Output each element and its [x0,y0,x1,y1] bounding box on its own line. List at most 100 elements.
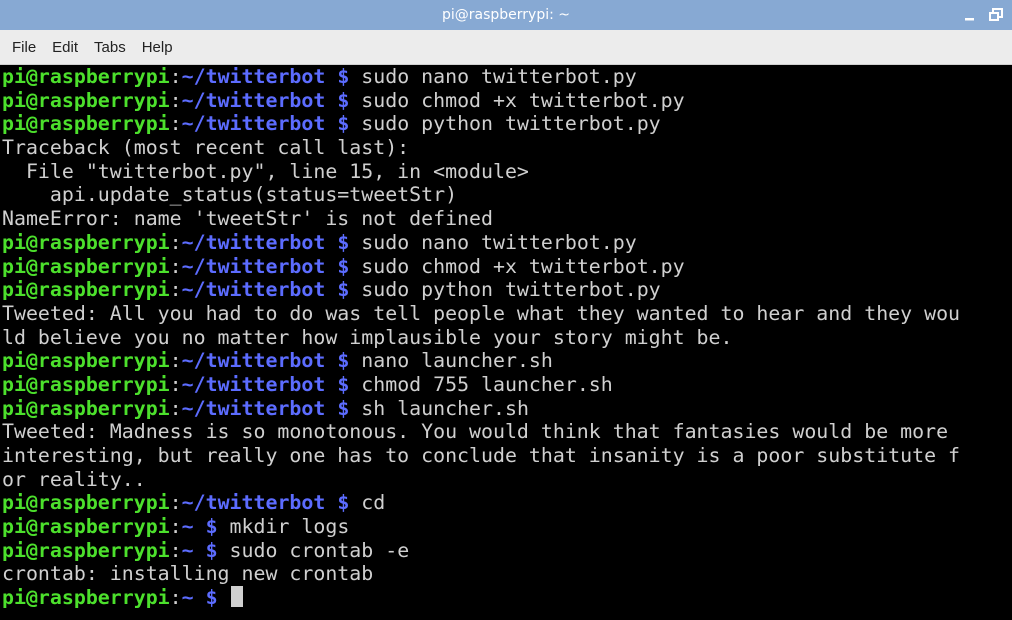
prompt-symbol: $ [325,65,350,88]
prompt-separator: : [169,278,182,302]
prompt-symbol: $ [325,372,350,396]
prompt-line: pi@raspberrypi:~/twitterbot $ sh launche… [0,397,1012,421]
prompt-separator: : [169,349,182,373]
prompt-separator: : [169,586,182,610]
prompt-path: ~/twitterbot [181,396,326,420]
prompt-line: pi@raspberrypi:~/twitterbot $ nano launc… [0,349,1012,373]
title-bar[interactable]: pi@raspberrypi: ~ [0,0,1012,30]
prompt-separator: : [169,515,182,539]
prompt-separator: : [169,491,182,515]
prompt-path: ~ [181,538,194,562]
prompt-path: ~/twitterbot [181,278,326,302]
output-line: or reality.. [2,467,146,491]
prompt-separator: : [169,88,182,112]
command-text: sudo python twitterbot.py [349,112,661,136]
command-text: sudo chmod +x twitterbot.py [349,88,685,112]
prompt-separator: : [169,254,182,278]
terminal-output[interactable]: pi@raspberrypi:~/twitterbot $ sudo nano … [0,65,1012,620]
terminal-window: pi@raspberrypi: ~ File Edit Tabs Help pi… [0,0,1012,620]
prompt-user: pi@raspberrypi [2,88,170,112]
command-text: nano launcher.sh [349,349,553,373]
prompt-symbol: $ [193,586,218,610]
prompt-symbol: $ [193,515,218,539]
prompt-line: pi@raspberrypi:~/twitterbot $ sudo chmod… [0,255,1012,279]
output-line: File "twitterbot.py", line 15, in <modul… [2,159,529,183]
command-text: sudo nano twitterbot.py [349,65,637,88]
prompt-path: ~/twitterbot [181,65,326,88]
prompt-symbol: $ [325,396,350,420]
window-controls [962,0,1004,30]
output-line: Traceback (most recent call last): [2,136,410,160]
prompt-user: pi@raspberrypi [2,65,170,88]
prompt-path: ~/twitterbot [181,491,326,515]
prompt-line: pi@raspberrypi:~/twitterbot $ cd [0,491,1012,515]
prompt-user: pi@raspberrypi [2,491,170,515]
prompt-user: pi@raspberrypi [2,254,170,278]
prompt-separator: : [169,372,182,396]
command-text: chmod 755 launcher.sh [349,372,613,396]
minimize-icon[interactable] [962,7,978,23]
prompt-user: pi@raspberrypi [2,112,170,136]
prompt-user: pi@raspberrypi [2,230,170,254]
prompt-line: pi@raspberrypi:~ $ [0,586,1012,610]
prompt-symbol: $ [325,230,350,254]
output-line: Tweeted: All you had to do was tell peop… [2,301,961,325]
prompt-path: ~/twitterbot [181,372,326,396]
prompt-separator: : [169,112,182,136]
prompt-separator: : [169,538,182,562]
prompt-symbol: $ [325,112,350,136]
prompt-line: pi@raspberrypi:~/twitterbot $ sudo chmod… [0,89,1012,113]
prompt-user: pi@raspberrypi [2,396,170,420]
prompt-separator: : [169,396,182,420]
prompt-path: ~/twitterbot [181,88,326,112]
menu-edit[interactable]: Edit [44,39,86,56]
command-text: sudo nano twitterbot.py [349,230,637,254]
output-line: NameError: name 'tweetStr' is not define… [2,207,493,231]
menu-bar: File Edit Tabs Help [0,30,1012,65]
output-line: crontab: installing new crontab [2,562,374,586]
prompt-user: pi@raspberrypi [2,349,170,373]
prompt-symbol: $ [325,254,350,278]
prompt-line: pi@raspberrypi:~/twitterbot $ chmod 755 … [0,373,1012,397]
prompt-path: ~ [181,515,194,539]
prompt-user: pi@raspberrypi [2,372,170,396]
prompt-line: pi@raspberrypi:~/twitterbot $ sudo pytho… [0,112,1012,136]
prompt-symbol: $ [193,538,218,562]
command-text: sudo crontab -e [217,538,410,562]
prompt-line: pi@raspberrypi:~/twitterbot $ sudo nano … [0,65,1012,89]
prompt-path: ~/twitterbot [181,349,326,373]
text-cursor [230,586,243,608]
menu-help[interactable]: Help [134,39,181,56]
command-text: sh launcher.sh [349,396,529,420]
prompt-user: pi@raspberrypi [2,515,170,539]
output-line: interesting, but really one has to concl… [2,444,961,467]
restore-icon[interactable] [988,7,1004,23]
prompt-user: pi@raspberrypi [2,538,170,562]
prompt-separator: : [169,230,182,254]
prompt-separator: : [169,65,182,88]
command-text: sudo python twitterbot.py [349,278,661,302]
prompt-symbol: $ [325,491,350,515]
prompt-symbol: $ [325,88,350,112]
prompt-line: pi@raspberrypi:~/twitterbot $ sudo nano … [0,231,1012,255]
prompt-path: ~/twitterbot [181,230,326,254]
prompt-line: pi@raspberrypi:~/twitterbot $ sudo pytho… [0,278,1012,302]
command-text: sudo chmod +x twitterbot.py [349,254,685,278]
command-text [218,586,230,609]
prompt-symbol: $ [325,349,350,373]
command-text: mkdir logs [217,515,350,539]
output-line: ld believe you no matter how implausible… [2,325,733,349]
menu-file[interactable]: File [4,39,44,56]
prompt-path: ~/twitterbot [181,112,326,136]
command-text: cd [349,491,386,515]
prompt-line: pi@raspberrypi:~ $ mkdir logs [0,515,1012,539]
prompt-symbol: $ [325,278,350,302]
menu-tabs[interactable]: Tabs [86,39,134,56]
prompt-line: pi@raspberrypi:~ $ sudo crontab -e [0,539,1012,563]
prompt-user: pi@raspberrypi [2,586,170,610]
window-title: pi@raspberrypi: ~ [441,7,571,23]
prompt-path: ~/twitterbot [181,254,326,278]
output-line: api.update_status(status=tweetStr) [2,183,458,207]
prompt-path: ~ [181,586,194,610]
prompt-user: pi@raspberrypi [2,278,170,302]
